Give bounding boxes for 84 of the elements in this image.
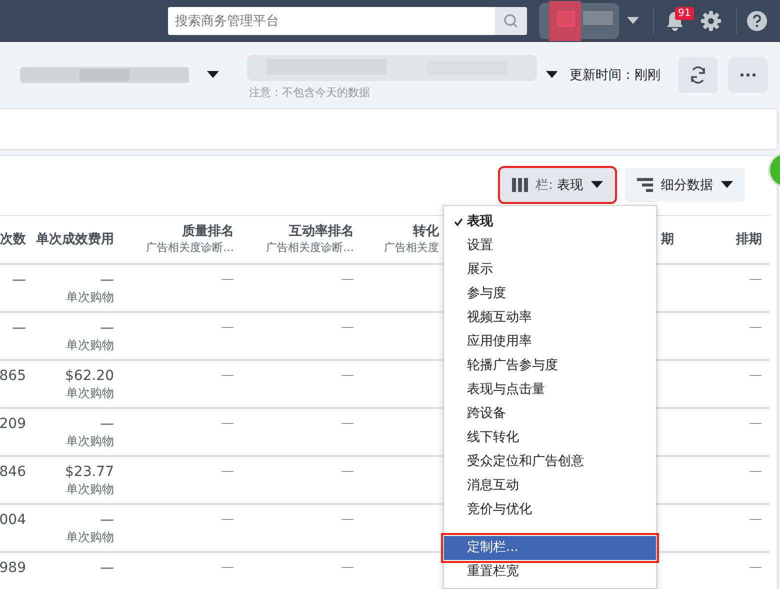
column-header[interactable]: 转化 — [413, 224, 439, 240]
table-cell: — — [341, 511, 354, 529]
column-subtitle: 广告相关度诊断… — [266, 240, 354, 255]
cost-unit: 单次购物 — [66, 289, 114, 305]
help-icon[interactable] — [747, 11, 767, 31]
table-cell: — — [12, 319, 26, 337]
caret-icon[interactable] — [207, 71, 220, 79]
table-cell: — — [221, 415, 234, 433]
table-cell: 209 — [0, 415, 26, 433]
column-subtitle: 广告相关度诊断… — [146, 240, 234, 255]
menu-item[interactable]: 线下转化 — [444, 426, 656, 450]
cost-unit: 单次购物 — [66, 337, 114, 353]
table-cell: — — [341, 415, 354, 433]
caret-icon[interactable] — [546, 71, 558, 79]
menu-item[interactable]: 轮播广告参与度 — [444, 354, 656, 378]
column-header[interactable]: 次数 — [0, 232, 26, 248]
refresh-button[interactable] — [678, 57, 718, 93]
table-cell: — — [749, 559, 762, 577]
notification-count: 91 — [675, 7, 694, 20]
menu-item[interactable]: 应用使用率 — [444, 330, 656, 354]
menu-item[interactable]: 表现 — [444, 210, 656, 234]
blurred-avatar[interactable] — [539, 1, 619, 41]
check-icon — [454, 218, 463, 226]
table-cell: $23.77 — [65, 463, 114, 481]
cost-unit: 单次购物 — [66, 481, 114, 497]
table-cell: — — [341, 271, 354, 289]
column-header[interactable]: 单次成效费用 — [36, 232, 114, 248]
menu-item[interactable]: 设置 — [444, 234, 656, 258]
table-cell: $62.20 — [65, 367, 114, 385]
table-cell: — — [221, 367, 234, 385]
table-cell: — — [221, 319, 234, 337]
table-cell: 004 — [0, 511, 26, 529]
menu-item[interactable]: 参与度 — [444, 282, 656, 306]
table-cell: — — [341, 559, 354, 577]
search-field[interactable]: 搜索商务管理平台 — [168, 7, 495, 35]
table-cell: — — [749, 463, 762, 481]
table-cell: — — [100, 415, 114, 433]
breakdown-button[interactable]: 细分数据 — [625, 168, 745, 202]
columns-icon — [512, 178, 528, 192]
cost-unit: 单次购物 — [66, 529, 114, 545]
more-icon — [740, 73, 756, 77]
table-cell: — — [12, 271, 26, 289]
table-cell: — — [100, 511, 114, 529]
table-cell: 989 — [0, 559, 26, 577]
table-cell: — — [221, 559, 234, 577]
settings-icon[interactable] — [700, 10, 722, 32]
breakdown-icon — [637, 178, 653, 192]
table-cell: — — [100, 559, 114, 577]
menu-item[interactable]: 表现与点击量 — [444, 378, 656, 402]
table-cell: — — [749, 415, 762, 433]
column-header[interactable]: 互动率排名 — [289, 224, 354, 240]
column-header[interactable]: 质量排名 — [182, 224, 234, 240]
table-cell: — — [100, 271, 114, 289]
data-note: 注意：不包含今天的数据 — [249, 85, 370, 100]
menu-item[interactable]: 竞价与优化 — [444, 498, 656, 522]
columns-button[interactable]: 栏: 表现 — [500, 168, 615, 202]
update-time: 更新时间：刚刚 — [569, 67, 660, 84]
menu-item[interactable]: 重置栏宽 — [444, 560, 656, 584]
table-cell: — — [749, 319, 762, 337]
menu-item[interactable]: 跨设备 — [444, 402, 656, 426]
caret-icon — [721, 181, 733, 189]
table-cell: — — [749, 511, 762, 529]
menu-item[interactable]: 视频互动率 — [444, 306, 656, 330]
table-cell: — — [221, 463, 234, 481]
table-cell: — — [221, 511, 234, 529]
table-cell: — — [341, 319, 354, 337]
table-cell: — — [100, 319, 114, 337]
column-header[interactable]: 期 — [661, 232, 674, 248]
table-cell: — — [341, 463, 354, 481]
column-header[interactable]: 排期 — [736, 232, 762, 248]
menu-item[interactable]: 受众定位和广告创意 — [444, 450, 656, 474]
table-cell: 846 — [0, 463, 26, 481]
caret-icon — [591, 181, 603, 189]
table-cell: — — [341, 367, 354, 385]
table-cell: — — [221, 271, 234, 289]
cost-unit: 单次购物 — [66, 385, 114, 401]
table-cell: 865 — [0, 367, 26, 385]
menu-item[interactable]: 消息互动 — [444, 474, 656, 498]
column-subtitle: 广告相关度 — [384, 240, 439, 255]
table-cell: — — [749, 271, 762, 289]
menu-item[interactable]: 定制栏... — [444, 536, 656, 560]
menu-item[interactable]: 展示 — [444, 258, 656, 282]
table-cell: — — [749, 367, 762, 385]
cost-unit: 单次购物 — [66, 433, 114, 449]
